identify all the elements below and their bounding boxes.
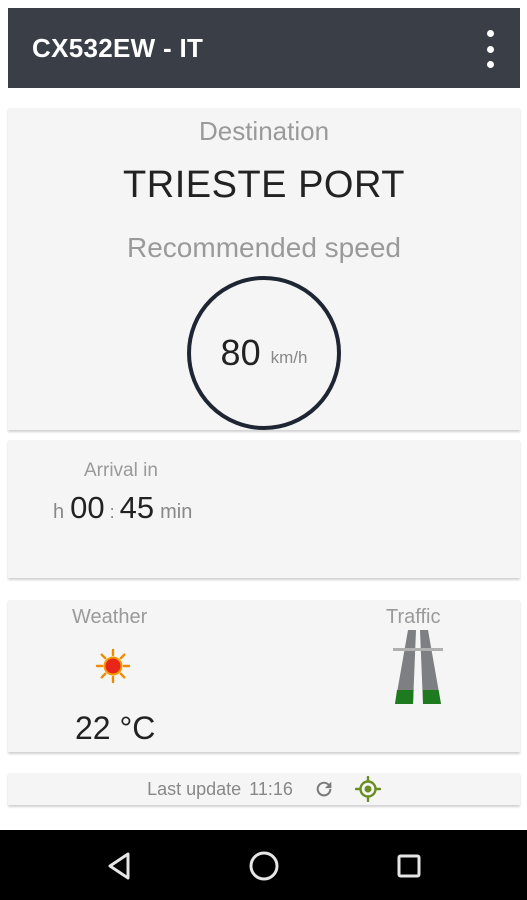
refresh-icon[interactable]	[313, 778, 335, 800]
app-screen: CX532EW - IT Destination TRIESTE PORT Re…	[0, 0, 527, 900]
back-icon[interactable]	[101, 848, 137, 884]
destination-label: Destination	[198, 116, 330, 146]
last-update-row: Last update 11:16	[8, 773, 520, 805]
home-icon[interactable]	[246, 848, 282, 884]
arrival-label: Arrival in	[84, 460, 158, 481]
conditions-card: Weather 22 °C Traffic	[8, 600, 520, 752]
recommended-speed-label: Recommended speed	[127, 232, 401, 263]
minutes-value: 45	[119, 490, 155, 525]
speed-value: 80	[220, 332, 261, 373]
app-title: CX532EW - IT	[32, 32, 204, 63]
minutes-unit: min	[160, 501, 193, 523]
status-strip: Last update 11:16	[8, 773, 520, 805]
last-update-label: Last update	[147, 778, 242, 799]
speed-dial: 80 km/h	[187, 276, 341, 430]
time-separator: :	[109, 502, 115, 522]
temperature-value: 22 °C	[75, 710, 156, 746]
road-icon	[393, 630, 443, 704]
weather-label: Weather	[72, 606, 148, 628]
hours-unit: h	[53, 501, 65, 523]
arrival-card: Arrival in h 00 : 45 min	[8, 440, 520, 578]
destination-value: TRIESTE PORT	[123, 164, 405, 206]
traffic-label: Traffic	[386, 606, 441, 628]
sun-icon	[95, 648, 131, 684]
speed-unit: km/h	[270, 348, 308, 367]
system-nav-bar	[0, 830, 527, 900]
app-bar: CX532EW - IT	[8, 8, 520, 88]
locate-icon[interactable]	[354, 776, 381, 802]
arrival-time: h 00 : 45 min	[53, 490, 192, 526]
destination-card: Destination TRIESTE PORT Recommended spe…	[8, 108, 520, 430]
last-update-time: 11:16	[249, 778, 293, 799]
hours-value: 00	[70, 490, 105, 525]
recent-apps-icon[interactable]	[391, 848, 427, 884]
more-vert-icon[interactable]	[482, 30, 498, 68]
